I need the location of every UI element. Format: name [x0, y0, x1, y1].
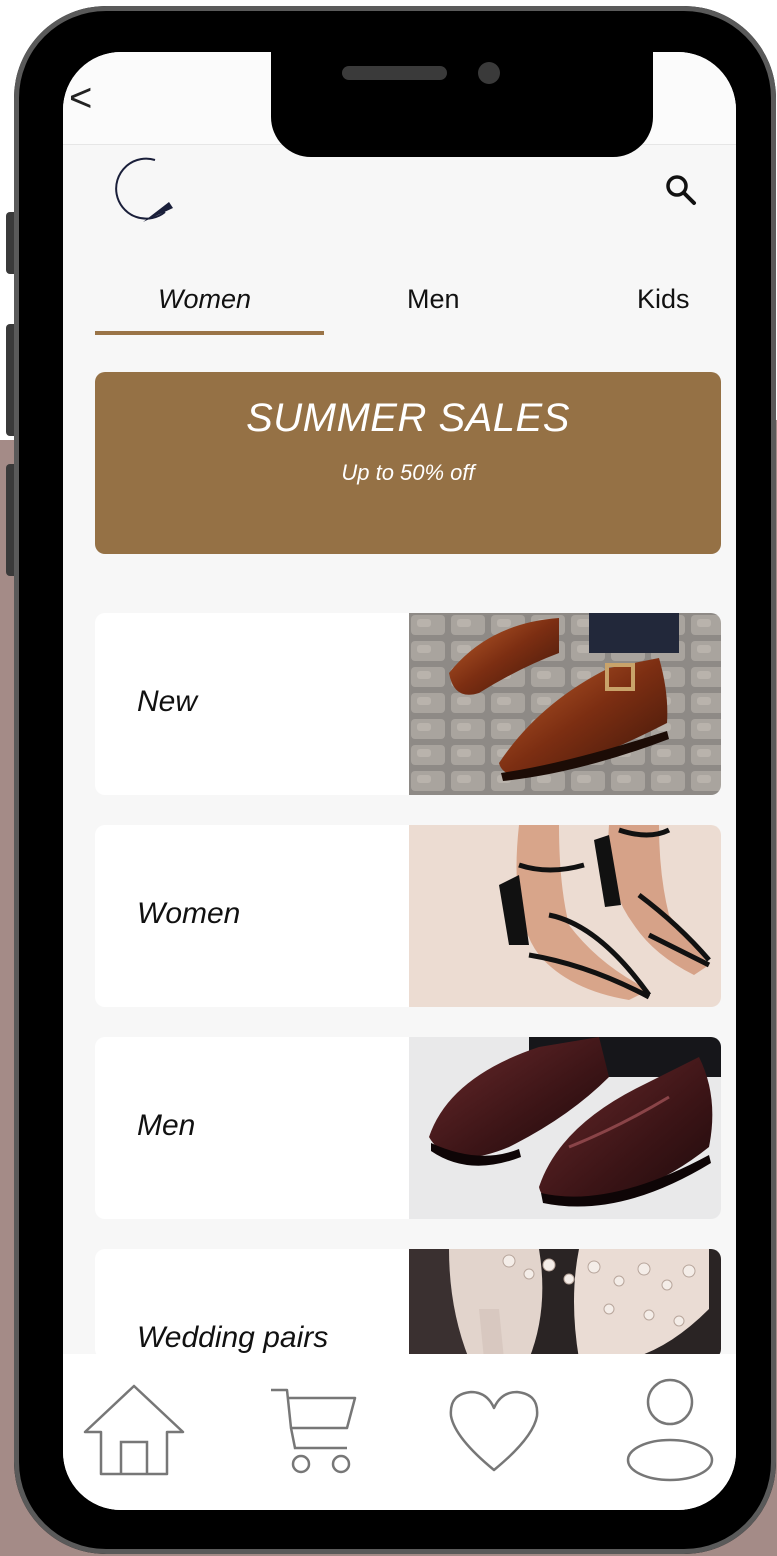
promo-banner[interactable]: SUMMER SALES Up to 50% off: [95, 372, 721, 554]
black-strappy-heels-image: [409, 825, 721, 1007]
bottom-navigation: [63, 1354, 736, 1510]
category-card-women[interactable]: Women: [95, 825, 721, 1007]
category-label: New: [137, 685, 198, 718]
phone-notch: [271, 52, 653, 157]
category-label: Women: [137, 897, 241, 930]
category-label: Wedding pairs: [137, 1321, 329, 1354]
cart-icon[interactable]: [267, 1384, 361, 1478]
brand-logo: [115, 157, 173, 222]
category-label: Men: [137, 1109, 196, 1142]
embellished-bridal-heels-image: [409, 1249, 721, 1359]
tab-women[interactable]: Women: [158, 284, 251, 315]
heart-icon[interactable]: [447, 1388, 541, 1474]
tab-men[interactable]: Men: [407, 284, 460, 315]
category-card-men[interactable]: Men: [95, 1037, 721, 1219]
app-screen: < categories Women Men Kids SUMMER SALES…: [63, 52, 736, 1510]
category-card-new[interactable]: New: [95, 613, 721, 795]
front-camera: [478, 62, 500, 84]
speaker-grille: [342, 66, 447, 80]
category-card-wedding-pairs[interactable]: Wedding pairs: [95, 1249, 721, 1359]
active-tab-indicator: [95, 331, 324, 335]
brown-monk-strap-shoes-image: [409, 613, 721, 795]
tab-kids[interactable]: Kids: [637, 284, 690, 315]
back-button[interactable]: <: [69, 78, 92, 118]
search-icon[interactable]: [663, 172, 697, 206]
banner-subtitle: Up to 50% off: [341, 460, 475, 485]
banner-title: SUMMER SALES: [246, 396, 570, 440]
profile-icon[interactable]: [623, 1376, 717, 1484]
burgundy-penny-loafers-image: [409, 1037, 721, 1219]
home-icon[interactable]: [81, 1382, 187, 1478]
